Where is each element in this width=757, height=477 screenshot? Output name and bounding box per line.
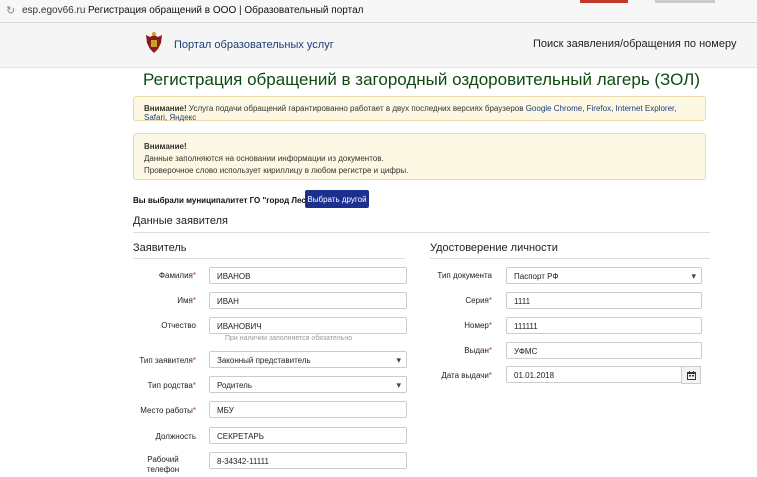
search-request-link[interactable]: Поиск заявления/обращения по номеру (533, 38, 736, 50)
surname-field[interactable]: ИВАНОВ (209, 267, 407, 284)
applicant-divider (133, 258, 405, 259)
browser-support-alert: Внимание! Услуга подачи обращений гарант… (133, 96, 706, 122)
identity-title: Удостоверение личности (430, 242, 558, 254)
series-field[interactable]: 1111 (506, 292, 702, 309)
alert-strong: Внимание! (144, 104, 187, 113)
browser-page-title: Регистрация обращений в ООО | Образовате… (88, 5, 364, 16)
section-divider (133, 232, 710, 233)
position-label: Должность (155, 432, 197, 441)
phone-field[interactable]: 8-34342-11111 (209, 452, 407, 469)
issue-date-label: Дата выдачи* (441, 371, 492, 380)
browser-tab-indicator[interactable] (580, 0, 628, 3)
issue-date-field[interactable]: 01.01.2018 (506, 366, 682, 383)
name-label: Имя* (177, 296, 196, 305)
browser-link-firefox[interactable]: Firefox (587, 104, 611, 113)
applicant-type-select[interactable]: Законный представитель (209, 351, 407, 369)
kinship-label: Тип родства* (147, 381, 196, 390)
coat-of-arms-icon (146, 32, 162, 53)
selected-municipality: Вы выбрали муниципалитет ГО "город Лесно… (133, 196, 325, 205)
browser-link-chrome[interactable]: Google Chrome (526, 104, 582, 113)
browser-link-safari[interactable]: Safari (144, 113, 165, 122)
patronymic-label: Отчество (161, 321, 196, 330)
identity-divider (430, 258, 710, 259)
series-label: Серия* (465, 296, 492, 305)
doc-type-select[interactable]: Паспорт РФ (506, 267, 702, 285)
position-field[interactable]: СЕКРЕТАРЬ (209, 427, 407, 444)
address-domain[interactable]: esp.egov66.ru (22, 0, 85, 22)
kinship-value: Родитель (217, 381, 252, 390)
doc-type-value: Паспорт РФ (514, 272, 559, 281)
alert-line: Проверочное слово использует кириллицу в… (144, 166, 409, 175)
issued-by-label: Выдан* (464, 346, 492, 355)
page-title: Регистрация обращений в загородный оздор… (143, 70, 700, 89)
section-title: Данные заявителя (133, 215, 228, 227)
patronymic-hint: При наличии заполняется обязательно (225, 335, 353, 342)
issued-by-field[interactable]: УФМС (506, 342, 702, 359)
calendar-button[interactable] (681, 366, 701, 384)
site-header: Портал образовательных услуг Поиск заявл… (0, 23, 757, 68)
kinship-select[interactable]: Родитель (209, 376, 407, 394)
work-label: Место работы* (140, 406, 196, 415)
browser-tab-indicator-2[interactable] (655, 0, 715, 3)
choose-other-button[interactable]: Выбрать другой (305, 190, 369, 208)
applicant-type-value: Законный представитель (217, 356, 311, 365)
work-field[interactable]: МБУ (209, 401, 407, 418)
portal-link[interactable]: Портал образовательных услуг (174, 39, 334, 51)
surname-label: Фамилия* (158, 271, 196, 280)
applicant-title: Заявитель (133, 242, 187, 254)
data-info-alert: Внимание! Данные заполняются на основани… (133, 133, 706, 180)
name-field[interactable]: ИВАН (209, 292, 407, 309)
alert-text: Услуга подачи обращений гарантированно р… (188, 104, 524, 113)
doc-type-label: Тип документа (437, 271, 492, 280)
alert-line: Данные заполняются на основании информац… (144, 154, 384, 163)
browser-link-yandex[interactable]: Яндекс (169, 113, 196, 122)
patronymic-field[interactable]: ИВАНОВИЧ (209, 317, 407, 334)
alert-strong: Внимание! (144, 142, 187, 151)
browser-bar: ↻ esp.egov66.ru Регистрация обращений в … (0, 0, 757, 23)
applicant-type-label: Тип заявителя* (139, 356, 196, 365)
browser-link-ie[interactable]: Internet Explorer (616, 104, 675, 113)
reload-icon[interactable]: ↻ (6, 0, 15, 22)
number-label: Номер* (464, 321, 492, 330)
calendar-icon (687, 371, 696, 380)
phone-label: Рабочий телефон (146, 455, 180, 474)
number-field[interactable]: 111111 (506, 317, 702, 334)
